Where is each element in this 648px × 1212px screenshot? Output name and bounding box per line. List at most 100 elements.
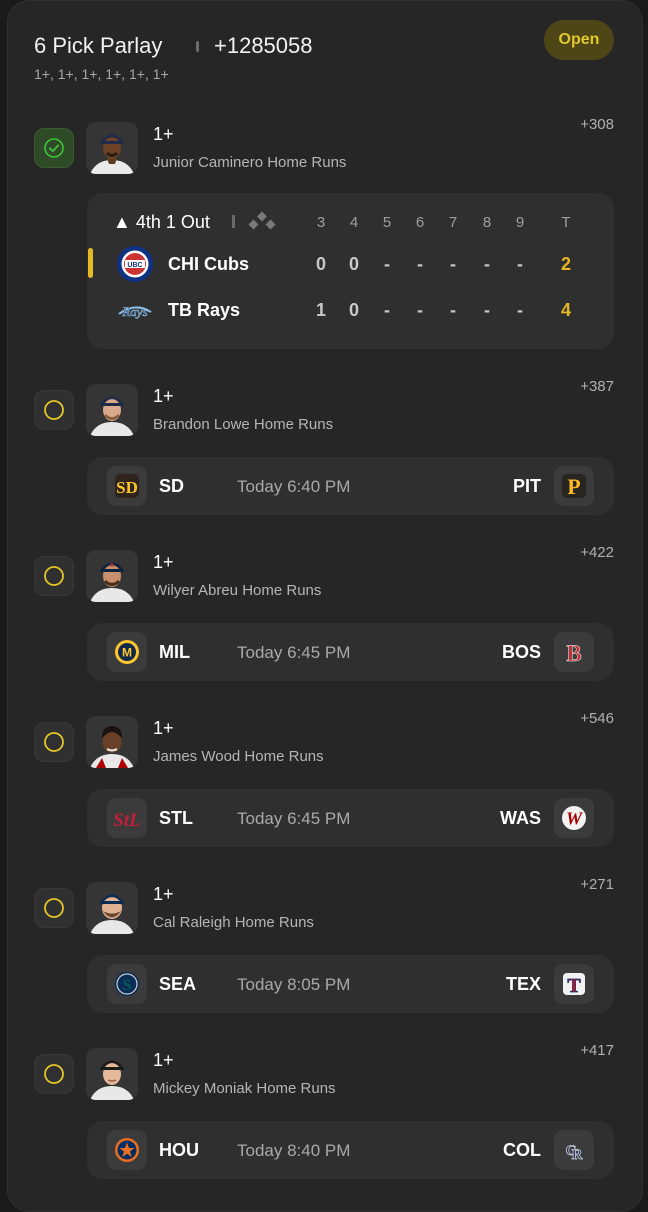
leg-line: 1+ (153, 124, 174, 144)
parlay-card (7, 0, 643, 1212)
check-circle-icon (44, 138, 64, 158)
inning-score: - (450, 254, 456, 274)
total-score: 4 (560, 300, 571, 320)
parlay-title: 6 Pick Parlay (34, 33, 163, 58)
brewers-logo: M (107, 632, 147, 672)
inning-score: - (517, 300, 523, 320)
inning-score: - (450, 300, 456, 320)
cardinals-logo: StL (107, 798, 147, 838)
rays-logo: Rays (115, 290, 155, 330)
inning-score: - (384, 254, 390, 274)
leg-market: James Wood Home Runs (153, 748, 324, 765)
game-time: Today 6:45 PM (237, 643, 351, 662)
leg-market: Junior Caminero Home Runs (153, 154, 347, 171)
home-team-abbr: COL (503, 1140, 541, 1160)
player-avatar (86, 882, 138, 934)
leg-status-open (34, 1054, 74, 1094)
game-time: Today 6:40 PM (237, 477, 351, 496)
player-headshot-icon: B (90, 562, 134, 602)
away-team-abbr: HOU (159, 1140, 199, 1160)
inning-col-header: 8 (482, 214, 492, 231)
game-matchup[interactable]: M MIL Today 6:45 PM BOS B (87, 623, 614, 681)
leg-line: 1+ (153, 884, 174, 904)
svg-text:M: M (122, 646, 132, 660)
mariners-logo: S (107, 964, 147, 1004)
rockies-logo: CR (554, 1130, 594, 1170)
leg-odds: +546 (580, 710, 614, 727)
pending-circle-icon (44, 400, 64, 420)
leg-line: 1+ (153, 718, 174, 738)
player-headshot-icon (90, 894, 134, 934)
pending-circle-icon (44, 898, 64, 918)
player-avatar (86, 384, 138, 436)
inning-col-header: 6 (415, 214, 425, 231)
player-headshot-icon (90, 726, 134, 768)
away-team-abbr: MIL (159, 642, 190, 662)
player-avatar (86, 716, 138, 768)
svg-text:StL: StL (113, 810, 140, 831)
svg-text:S: S (123, 977, 132, 994)
inning-col-header: 5 (382, 214, 392, 231)
game-time: Today 6:45 PM (237, 809, 351, 828)
live-scoreboard[interactable]: ▲ 4th 1 Out 3 4 5 6 7 8 9 T UBC CHI Cubs… (87, 193, 614, 349)
game-matchup[interactable]: S SEA Today 8:05 PM TEX T (87, 955, 614, 1013)
game-time: Today 8:40 PM (237, 1141, 351, 1160)
rangers-logo: T (554, 964, 594, 1004)
inning-col-header: 3 (316, 214, 326, 231)
bases-diamond-icon (248, 211, 276, 230)
leg-odds: +308 (580, 116, 614, 133)
player-avatar (86, 1048, 138, 1100)
leg-market: Wilyer Abreu Home Runs (153, 582, 322, 599)
inning-col-header: 7 (448, 214, 458, 231)
away-team-abbr: STL (159, 808, 193, 828)
leg-market: Cal Raleigh Home Runs (153, 914, 314, 931)
team-name: CHI Cubs (168, 254, 249, 274)
leg-line: 1+ (153, 1050, 174, 1070)
pending-circle-icon (44, 732, 64, 752)
pirates-logo: P (554, 466, 594, 506)
leg-status-open (34, 556, 74, 596)
leg-market: Brandon Lowe Home Runs (153, 416, 334, 433)
leg-odds: +417 (580, 1042, 614, 1059)
inning-score: - (484, 300, 490, 320)
home-team-abbr: WAS (499, 808, 541, 828)
leg-odds: +387 (580, 378, 614, 395)
title-divider (196, 41, 199, 52)
svg-text:B: B (566, 641, 581, 666)
inning-text: 4th 1 Out (135, 212, 210, 232)
inning-col-header: 4 (349, 214, 359, 231)
inning-score: 0 (315, 254, 326, 274)
inning-score: 0 (348, 254, 359, 274)
inning-col-header: 9 (515, 214, 525, 231)
inning-status: ▲ 4th 1 Out (113, 212, 210, 232)
parlay-subtitle: 1+, 1+, 1+, 1+, 1+, 1+ (34, 66, 169, 82)
game-time: Today 8:05 PM (237, 975, 351, 994)
player-avatar (86, 122, 138, 174)
home-team-abbr: PIT (512, 476, 541, 496)
svg-text:SD: SD (116, 478, 138, 497)
game-matchup[interactable]: HOU Today 8:40 PM COL CR (87, 1121, 614, 1179)
total-score: 2 (560, 254, 571, 274)
inning-score: 1 (315, 300, 326, 320)
player-headshot-icon (90, 134, 134, 174)
home-team-abbr: TEX (505, 974, 541, 994)
total-col-header: T (561, 214, 571, 231)
svg-text:T: T (567, 975, 581, 997)
leg-odds: +271 (580, 876, 614, 893)
leg-line: 1+ (153, 552, 174, 572)
game-matchup[interactable]: SD SD Today 6:40 PM PIT P (87, 457, 614, 515)
inning-score: - (417, 300, 423, 320)
player-headshot-icon (90, 1060, 134, 1100)
red-sox-logo: B (554, 632, 594, 672)
leg-market: Mickey Moniak Home Runs (153, 1080, 336, 1097)
possession-indicator (88, 248, 93, 278)
leg-status-won (34, 128, 74, 168)
leg-status-open (34, 722, 74, 762)
leg-status-open (34, 390, 74, 430)
status-badge[interactable]: Open (544, 20, 614, 60)
home-team-abbr: BOS (501, 642, 541, 662)
player-avatar: B (86, 550, 138, 602)
svg-text:UBC: UBC (127, 262, 142, 269)
game-matchup[interactable]: StL STL Today 6:45 PM WAS W (87, 789, 614, 847)
inning-score: - (417, 254, 423, 274)
